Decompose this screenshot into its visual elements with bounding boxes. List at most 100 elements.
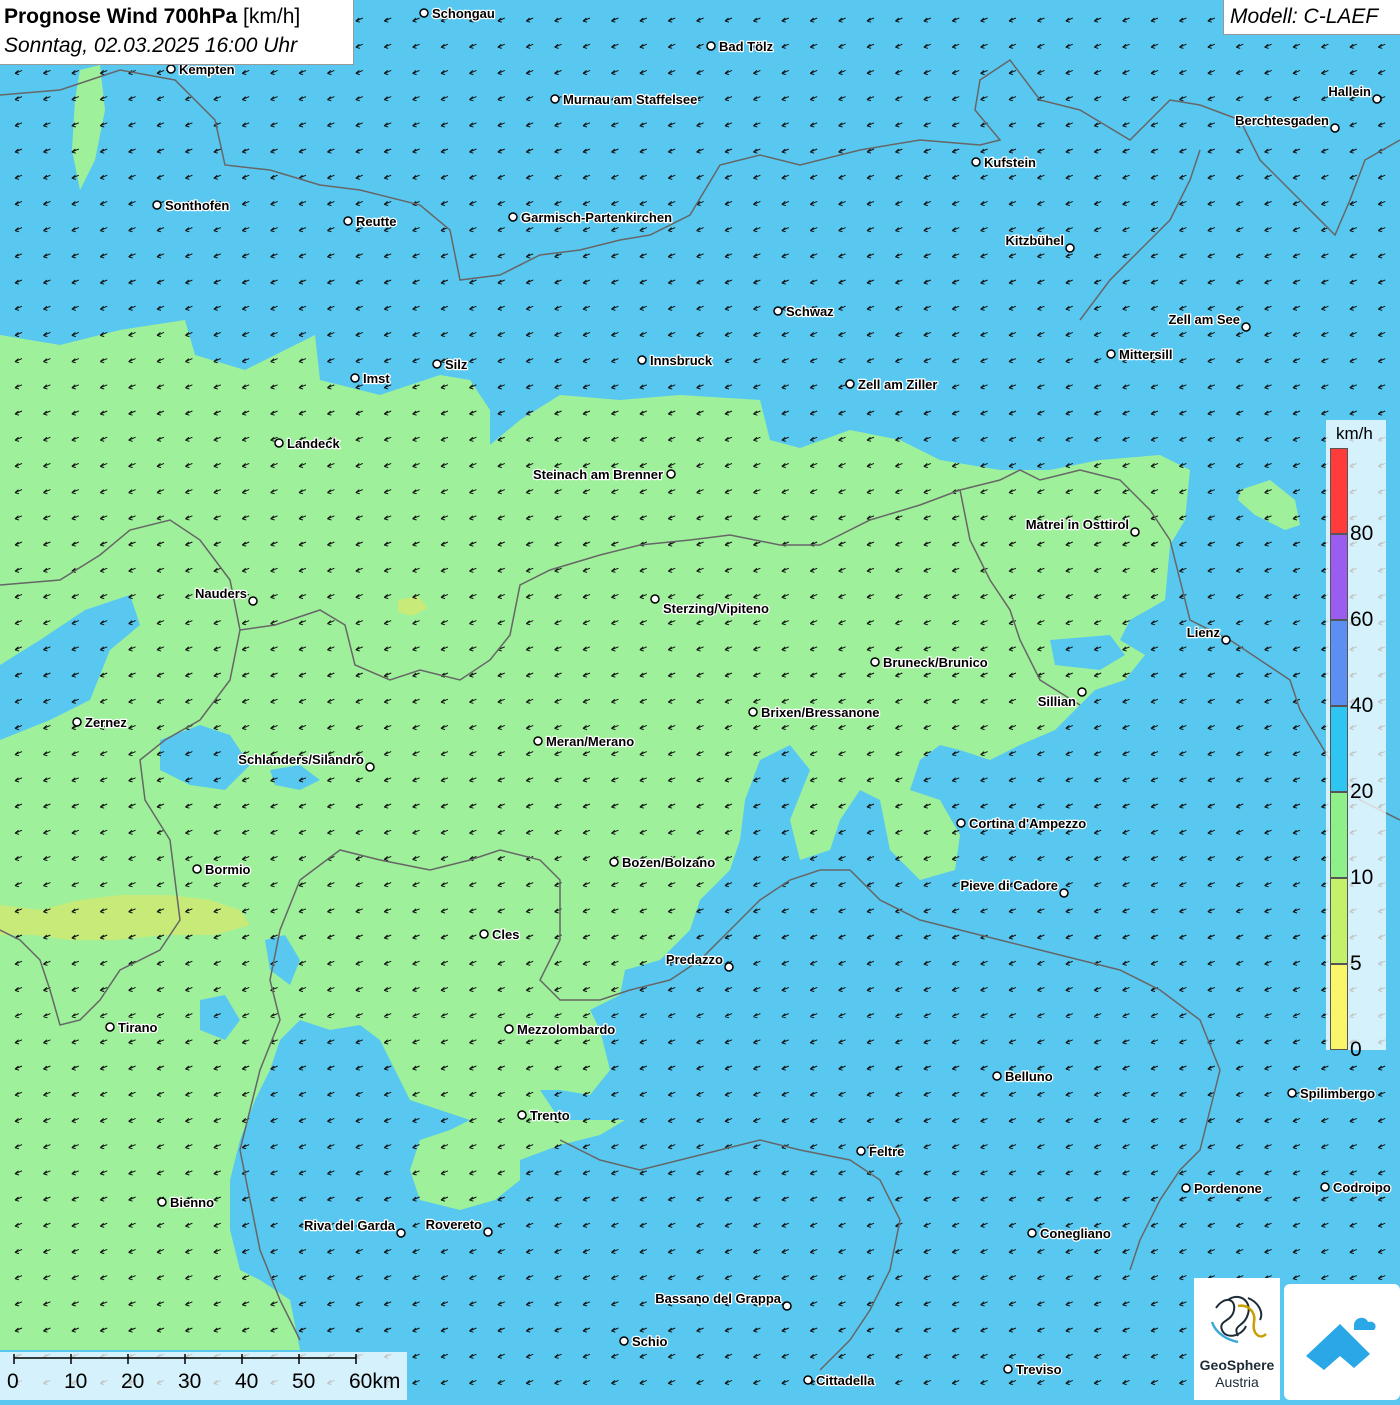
- city-label: Cortina d'Ampezzo: [969, 816, 1086, 831]
- city-dot: [550, 94, 560, 104]
- city-label: Imst: [363, 371, 390, 386]
- city-dot: [1027, 1228, 1037, 1238]
- app-logo-icon: [1306, 1317, 1376, 1370]
- city-dot: [650, 594, 660, 604]
- city-dot: [432, 359, 442, 369]
- city-marker: Bozen/Bolzano: [609, 854, 716, 871]
- legend-label: 80: [1350, 522, 1374, 545]
- city-dot: [1330, 123, 1340, 133]
- city-dot: [1241, 322, 1251, 332]
- city-label: Mittersill: [1119, 347, 1172, 362]
- city-dot: [1181, 1183, 1191, 1193]
- map-title-unit: [km/h]: [243, 5, 301, 28]
- city-dot: [1003, 1364, 1013, 1374]
- city-marker: Murnau am Staffelsee: [550, 91, 699, 108]
- city-label: Brixen/Bressanone: [761, 705, 880, 720]
- legend-segment: [1330, 448, 1348, 534]
- city-label: Kitzbühel: [1006, 233, 1065, 248]
- city-marker: Mezzolombardo: [504, 1021, 617, 1038]
- city-dot: [504, 1024, 514, 1034]
- city-label: Sonthofen: [165, 198, 229, 213]
- legend-segment: [1330, 620, 1348, 706]
- legend-segment: [1330, 706, 1348, 792]
- city-label: Predazzo: [666, 952, 723, 967]
- city-dot: [248, 596, 258, 606]
- city-dot: [1130, 527, 1140, 537]
- city-dot: [666, 469, 676, 479]
- city-label: Schlanders/Silandro: [238, 752, 364, 767]
- city-label: Pordenone: [1194, 1181, 1262, 1196]
- city-dot: [870, 657, 880, 667]
- city-label: Codroipo: [1333, 1180, 1391, 1195]
- model-panel: Modell: C-LAEF: [1223, 0, 1400, 35]
- city-dot: [508, 212, 518, 222]
- city-marker: Pordenone: [1181, 1180, 1263, 1197]
- color-legend: km/h 80 60 40 20 10 5 0: [1326, 420, 1386, 1061]
- city-marker: Brixen/Bressanone: [748, 704, 881, 721]
- legend-unit: km/h: [1336, 424, 1373, 443]
- scale-label: 60km: [349, 1370, 401, 1393]
- city-label: Zernez: [85, 715, 127, 730]
- legend-segment: [1330, 878, 1348, 964]
- map-title: Prognose Wind 700hPa [km/h]: [4, 5, 300, 29]
- city-label: Bienno: [170, 1195, 214, 1210]
- city-label: Pieve di Cadore: [960, 878, 1058, 893]
- geosphere-logo-name: GeoSphere: [1199, 1357, 1275, 1373]
- city-label: Bozen/Bolzano: [622, 855, 715, 870]
- city-label: Schongau: [432, 6, 495, 21]
- city-dot: [157, 1197, 167, 1207]
- city-dot: [166, 64, 176, 74]
- city-marker: Spilimbergo: [1287, 1085, 1376, 1102]
- city-dot: [845, 379, 855, 389]
- city-dot: [1106, 349, 1116, 359]
- city-label: Reutte: [356, 214, 396, 229]
- city-label: Bormio: [205, 862, 251, 877]
- city-label: Bad Tölz: [719, 39, 774, 54]
- city-label: Murnau am Staffelsee: [563, 92, 697, 107]
- city-dot: [483, 1227, 493, 1237]
- scale-label: 50: [292, 1370, 316, 1393]
- city-dot: [782, 1301, 792, 1311]
- city-label: Sillian: [1038, 694, 1076, 709]
- city-label: Riva del Garda: [304, 1218, 396, 1233]
- city-dot: [105, 1022, 115, 1032]
- city-label: Conegliano: [1040, 1226, 1111, 1241]
- city-label: Hallein: [1328, 84, 1371, 99]
- city-dot: [479, 929, 489, 939]
- city-marker: Schongau: [419, 5, 496, 22]
- city-dot: [152, 200, 162, 210]
- city-dot: [533, 736, 543, 746]
- city-dot: [992, 1071, 1002, 1081]
- city-label: Bruneck/Brunico: [883, 655, 988, 670]
- model-name: Modell: C-LAEF: [1230, 5, 1379, 28]
- city-label: Zell am Ziller: [858, 377, 937, 392]
- legend-label: 40: [1350, 694, 1374, 717]
- city-dot: [773, 306, 783, 316]
- legend-label: 60: [1350, 608, 1374, 631]
- city-dot: [609, 857, 619, 867]
- scale-label: 40: [235, 1370, 259, 1393]
- city-label: Belluno: [1005, 1069, 1053, 1084]
- city-dot: [1065, 243, 1075, 253]
- city-label: Trento: [530, 1108, 570, 1123]
- city-dot: [350, 373, 360, 383]
- map-datetime: Sonntag, 02.03.2025 16:00 Uhr: [4, 34, 298, 57]
- city-marker: Cortina d'Ampezzo: [956, 815, 1088, 832]
- city-label: Treviso: [1016, 1362, 1062, 1377]
- city-marker: Steinach am Brenner: [532, 466, 676, 483]
- city-dot: [1287, 1088, 1297, 1098]
- scale-label: 20: [121, 1370, 145, 1393]
- city-dot: [1372, 94, 1382, 104]
- city-label: Spilimbergo: [1300, 1086, 1375, 1101]
- city-dot: [419, 8, 429, 18]
- scale-label: 10: [64, 1370, 88, 1393]
- city-dot: [343, 216, 353, 226]
- city-label: Matrei in Osttirol: [1026, 517, 1129, 532]
- city-label: Sterzing/Vipiteno: [663, 601, 769, 616]
- city-marker: Zell am Ziller: [845, 376, 939, 393]
- city-label: Schio: [632, 1334, 667, 1349]
- city-label: Nauders: [195, 586, 247, 601]
- city-marker: Bruneck/Brunico: [870, 654, 989, 671]
- app-logo: [1284, 1284, 1400, 1400]
- city-dot: [724, 962, 734, 972]
